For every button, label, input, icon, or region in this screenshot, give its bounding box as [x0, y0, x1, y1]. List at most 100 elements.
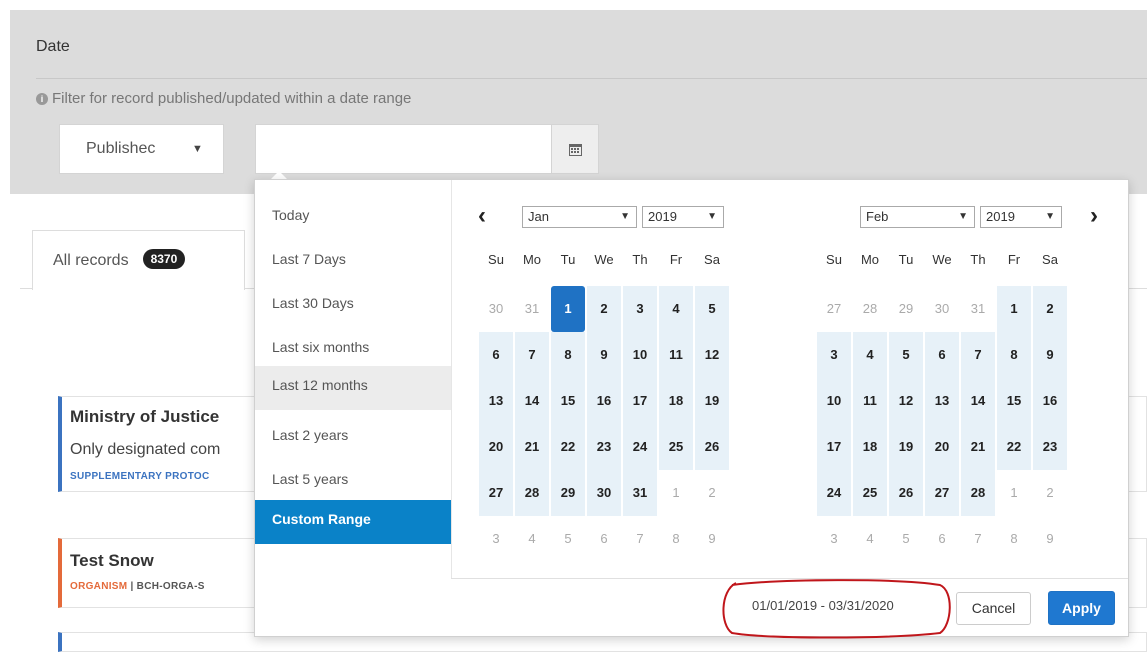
calendar-day[interactable]: 29	[551, 470, 585, 516]
calendar-day[interactable]: 7	[623, 516, 657, 562]
calendar-day[interactable]: 9	[587, 332, 621, 378]
calendar-day[interactable]: 6	[925, 516, 959, 562]
calendar-day[interactable]: 9	[1033, 516, 1067, 562]
calendar-day[interactable]: 17	[817, 424, 851, 470]
calendar-day[interactable]: 3	[817, 516, 851, 562]
calendar-day[interactable]: 16	[587, 378, 621, 424]
left-month-select[interactable]: Jan ▼	[522, 206, 637, 228]
calendar-day[interactable]: 31	[515, 286, 549, 332]
calendar-day[interactable]: 14	[961, 378, 995, 424]
calendar-day[interactable]: 30	[587, 470, 621, 516]
calendar-day[interactable]: 3	[817, 332, 851, 378]
calendar-day[interactable]: 21	[515, 424, 549, 470]
right-year-select[interactable]: 2019 ▼	[980, 206, 1062, 228]
calendar-day[interactable]: 9	[1033, 332, 1067, 378]
calendar-day[interactable]: 4	[515, 516, 549, 562]
calendar-day[interactable]: 30	[479, 286, 513, 332]
calendar-day[interactable]: 2	[695, 470, 729, 516]
calendar-day[interactable]: 2	[1033, 286, 1067, 332]
calendar-day[interactable]: 31	[961, 286, 995, 332]
cancel-button[interactable]: Cancel	[956, 592, 1031, 625]
calendar-day[interactable]: 8	[551, 332, 585, 378]
calendar-day[interactable]: 18	[853, 424, 887, 470]
calendar-day[interactable]: 7	[961, 516, 995, 562]
calendar-day[interactable]: 10	[817, 378, 851, 424]
calendar-day[interactable]: 8	[659, 516, 693, 562]
calendar-day[interactable]: 4	[659, 286, 693, 332]
calendar-day[interactable]: 16	[1033, 378, 1067, 424]
range-custom[interactable]: Custom Range	[255, 500, 451, 544]
calendar-day[interactable]: 26	[695, 424, 729, 470]
range-today[interactable]: Today	[255, 196, 451, 240]
calendar-day[interactable]: 12	[889, 378, 923, 424]
calendar-day[interactable]: 7	[961, 332, 995, 378]
calendar-day[interactable]: 5	[551, 516, 585, 562]
calendar-day[interactable]: 6	[479, 332, 513, 378]
calendar-day[interactable]: 22	[997, 424, 1031, 470]
calendar-day[interactable]: 13	[925, 378, 959, 424]
calendar-day[interactable]: 28	[515, 470, 549, 516]
calendar-day[interactable]: 1	[659, 470, 693, 516]
calendar-day[interactable]: 1	[997, 286, 1031, 332]
calendar-day[interactable]: 5	[889, 332, 923, 378]
calendar-day[interactable]: 15	[997, 378, 1031, 424]
left-year-select[interactable]: 2019 ▼	[642, 206, 724, 228]
calendar-day[interactable]: 2	[587, 286, 621, 332]
calendar-day[interactable]: 18	[659, 378, 693, 424]
right-month-select[interactable]: Feb ▼	[860, 206, 975, 228]
range-last-5-years[interactable]: Last 5 years	[255, 460, 451, 504]
calendar-day[interactable]: 24	[623, 424, 657, 470]
chevron-left-icon[interactable]: ‹	[478, 202, 486, 230]
calendar-day[interactable]: 30	[925, 286, 959, 332]
calendar-day[interactable]: 25	[659, 424, 693, 470]
calendar-day[interactable]: 25	[853, 470, 887, 516]
calendar-day[interactable]: 23	[587, 424, 621, 470]
calendar-day[interactable]: 17	[623, 378, 657, 424]
calendar-day[interactable]: 20	[925, 424, 959, 470]
calendar-day[interactable]: 1	[997, 470, 1031, 516]
calendar-day[interactable]: 11	[853, 378, 887, 424]
tab-all-records[interactable]: All records 8370	[32, 230, 245, 290]
calendar-day[interactable]: 26	[889, 470, 923, 516]
calendar-day[interactable]: 13	[479, 378, 513, 424]
calendar-day[interactable]: 27	[479, 470, 513, 516]
calendar-day[interactable]: 7	[515, 332, 549, 378]
date-type-select[interactable]: Publishec ▼	[59, 124, 224, 174]
calendar-day[interactable]: 5	[695, 286, 729, 332]
calendar-day[interactable]: 10	[623, 332, 657, 378]
calendar-day[interactable]: 9	[695, 516, 729, 562]
calendar-day[interactable]: 4	[853, 516, 887, 562]
calendar-day[interactable]: 6	[587, 516, 621, 562]
calendar-day[interactable]: 8	[997, 516, 1031, 562]
calendar-day[interactable]: 27	[925, 470, 959, 516]
calendar-day[interactable]: 28	[853, 286, 887, 332]
calendar-day[interactable]: 19	[889, 424, 923, 470]
calendar-day[interactable]: 22	[551, 424, 585, 470]
range-last-12-months[interactable]: Last 12 months	[255, 366, 451, 410]
calendar-day[interactable]: 20	[479, 424, 513, 470]
calendar-day[interactable]: 4	[853, 332, 887, 378]
calendar-day[interactable]: 2	[1033, 470, 1067, 516]
calendar-day[interactable]: 8	[997, 332, 1031, 378]
calendar-day[interactable]: 3	[623, 286, 657, 332]
calendar-day[interactable]: 3	[479, 516, 513, 562]
calendar-day[interactable]: 23	[1033, 424, 1067, 470]
calendar-day[interactable]: 29	[889, 286, 923, 332]
apply-button[interactable]: Apply	[1048, 591, 1115, 625]
calendar-day[interactable]: 21	[961, 424, 995, 470]
calendar-day[interactable]: 31	[623, 470, 657, 516]
calendar-day[interactable]: 5	[889, 516, 923, 562]
calendar-day[interactable]: 24	[817, 470, 851, 516]
calendar-day[interactable]: 6	[925, 332, 959, 378]
calendar-day[interactable]: 27	[817, 286, 851, 332]
range-last-2-years[interactable]: Last 2 years	[255, 416, 451, 460]
calendar-day[interactable]: 15	[551, 378, 585, 424]
calendar-day[interactable]: 28	[961, 470, 995, 516]
chevron-right-icon[interactable]: ›	[1090, 202, 1098, 230]
calendar-day[interactable]: 11	[659, 332, 693, 378]
calendar-button[interactable]	[551, 124, 599, 174]
calendar-day[interactable]: 12	[695, 332, 729, 378]
date-range-input[interactable]	[255, 124, 551, 174]
calendar-day[interactable]: 14	[515, 378, 549, 424]
calendar-day[interactable]: 1	[551, 286, 585, 332]
